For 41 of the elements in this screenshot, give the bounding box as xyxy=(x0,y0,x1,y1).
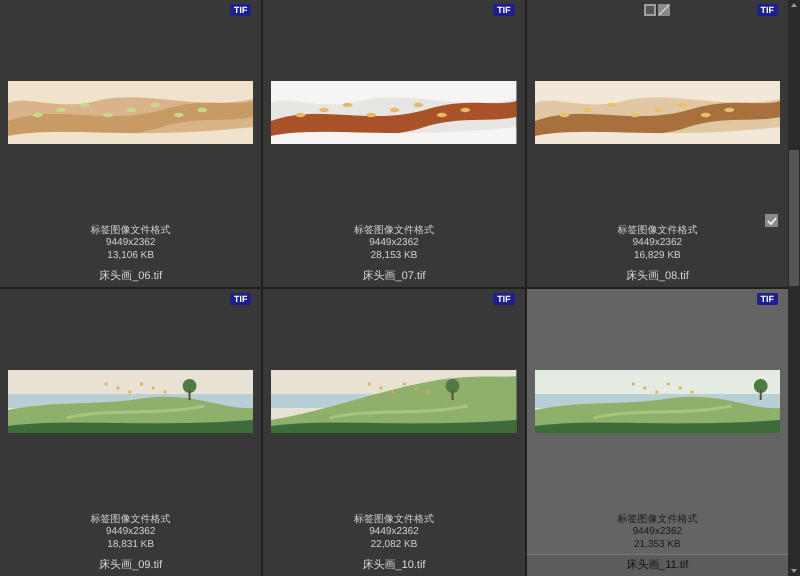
file-size: 22,082 KB xyxy=(370,538,418,551)
file-size: 21,353 KB xyxy=(634,538,681,551)
file-description: 标签图像文件格式 xyxy=(354,224,434,237)
file-name[interactable]: 床头画_10.tif xyxy=(362,556,426,574)
image-dimensions: 9449x2362 xyxy=(369,526,419,538)
file-name[interactable]: 床头画_06.tif xyxy=(99,268,162,284)
file-size: 28,153 KB xyxy=(370,250,418,262)
file-type-badge: TIF xyxy=(756,4,778,16)
file-type-badge: TIF xyxy=(756,293,778,305)
file-size: 16,829 KB xyxy=(634,250,681,262)
file-size: 13,106 KB xyxy=(107,250,154,262)
image-dimensions: 9449x2362 xyxy=(369,237,419,250)
scrollbar[interactable] xyxy=(788,0,800,576)
image-dimensions: 9449x2362 xyxy=(106,237,156,250)
image-dimensions: 9449x2362 xyxy=(106,526,156,538)
file-type-badge: TIF xyxy=(493,4,515,16)
image-dimensions: 9449x2362 xyxy=(632,526,682,538)
file-description: 标签图像文件格式 xyxy=(90,514,171,526)
thumbnail-card[interactable]: TIF 标签图像文件格式 9449x2362 13,106 KB 床头画_06.tif xyxy=(0,0,262,287)
file-type-badge: TIF xyxy=(230,293,252,305)
thumbnail-card[interactable]: TIF 标签图像文件格式 9449x2362 21,353 KB 床头画_11.tif xyxy=(526,289,788,576)
image-dimensions: 9449x2362 xyxy=(632,237,682,250)
checkbox[interactable] xyxy=(765,214,778,227)
file-type-badge: TIF xyxy=(493,293,515,305)
file-description: 标签图像文件格式 xyxy=(617,224,698,237)
file-type-badge: TIF xyxy=(230,4,252,16)
slash-icon[interactable] xyxy=(658,4,670,16)
file-description: 标签图像文件格式 xyxy=(354,514,434,526)
file-name[interactable]: 床头画_08.tif xyxy=(626,268,689,284)
scrollbar-thumb[interactable] xyxy=(789,150,799,286)
thumbnail-card[interactable]: TIF 标签图像文件格式 9449x2362 28,153 KB 床头画_07.tif xyxy=(263,0,525,287)
thumbnail-card[interactable]: TIF 标签图像文件格式 9449x2362 22,082 KB 床头画_10.tif xyxy=(263,289,525,576)
file-description: 标签图像文件格式 xyxy=(617,514,698,526)
thumbnail-card[interactable]: TIF 标签图像文件格式 9449x2362 18,831 KB 床头画_09.tif xyxy=(0,289,262,576)
square-icon[interactable] xyxy=(644,4,656,16)
file-name[interactable]: 床头画_09.tif xyxy=(99,556,162,574)
file-name[interactable]: 床头画_07.tif xyxy=(362,268,426,284)
file-description: 标签图像文件格式 xyxy=(90,224,171,237)
check-icon xyxy=(766,216,776,226)
file-size: 18,831 KB xyxy=(107,538,154,551)
thumbnail-card[interactable]: TIF 标签图像文件格式 9449x2362 16,829 KB 床头画_08.tif xyxy=(526,0,788,287)
